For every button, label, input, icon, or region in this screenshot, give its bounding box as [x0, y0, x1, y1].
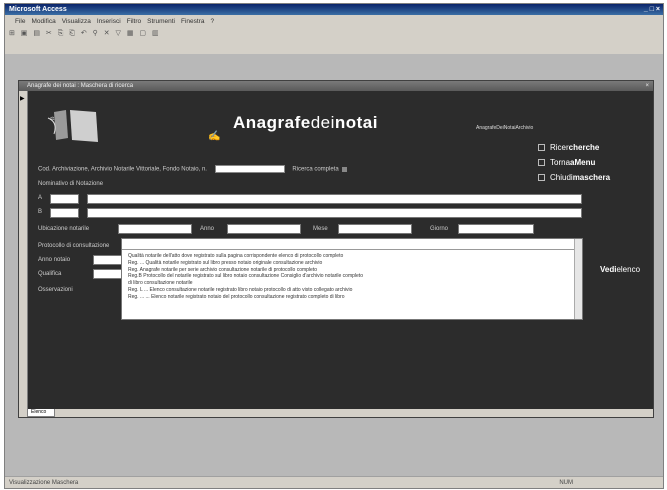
menu-item-1[interactable]: Modifica — [31, 18, 55, 25]
place-label: Ubicazione notarile — [38, 226, 90, 232]
list-item[interactable]: Reg.B Protocollo del notarile registrato… — [128, 273, 579, 280]
checkbox-icon — [538, 143, 545, 151]
list-scrollbar[interactable] — [574, 239, 582, 319]
list-item[interactable]: Reg. L ... Elenco consultazione notarile… — [128, 287, 579, 294]
giorno-input[interactable] — [458, 224, 534, 234]
form-tabbar: Elenco — [19, 409, 653, 417]
form-titlebar: Anagrafe dei notai : Maschera di ricerca… — [19, 81, 653, 91]
statusbar: Visualizzazione Maschera NUM — [5, 476, 663, 488]
row-b-label: B — [38, 209, 43, 215]
check-torna-menu[interactable]: Torna aMenu — [538, 156, 610, 168]
list-item[interactable]: Reg. ... Qualità notarile registrato sul… — [128, 260, 579, 267]
check-chiudi-maschera[interactable]: Chiudi maschera — [538, 171, 610, 183]
row-b-code-input[interactable] — [50, 208, 79, 218]
status-num: NUM — [559, 480, 573, 486]
protocol-list[interactable]: Qualità notarile dell'atto dove registra… — [121, 238, 583, 320]
tab-elenco[interactable]: Elenco — [27, 409, 55, 417]
svg-text:⚖: ⚖ — [50, 116, 55, 122]
action-checks: Ricer cherche Torna aMenu Chiudi maschera — [538, 141, 610, 186]
complete-search-checkbox[interactable] — [342, 166, 348, 172]
place-input[interactable] — [118, 224, 192, 234]
form-panel: ⚖ ✍ Anagrafedeinotai AnagrafeDeiNotaiArc… — [28, 91, 653, 409]
list-item[interactable]: Qualità notarile dell'atto dove registra… — [128, 253, 579, 260]
row-b-name-input[interactable] — [87, 208, 582, 218]
toolbar[interactable]: ⊞ ▣ ▤ ✂ ⎘ ⎗ ↶ ⚲ ✕ ▽ ▦ ▢ ▥ — [5, 28, 663, 40]
list-item[interactable]: Reg. Anagrafe notarile per serie archivi… — [128, 267, 579, 274]
menubar: File Modifica Visualizza Inserisci Filtro Str… — [5, 16, 663, 27]
list-item[interactable]: di libro consultazione notarile — [128, 280, 579, 287]
mese-input[interactable] — [338, 224, 412, 234]
qualifica-label: Qualifica — [38, 271, 62, 277]
record-pointer-icon: ▶ — [20, 96, 25, 102]
signature-icon: ✍ — [208, 131, 221, 142]
form-title: Anagrafe dei notai : Maschera di ricerca — [27, 83, 134, 89]
row-a-code-input[interactable] — [50, 194, 79, 204]
form-window: Anagrafe dei notai : Maschera di ricerca… — [18, 80, 654, 418]
giorno-label: Giorno — [430, 226, 449, 232]
checkbox-icon — [538, 173, 545, 181]
archive-code-label: Cod. Archiviazione, Archivio Notarile Vi… — [38, 166, 207, 173]
brand-subtitle: AnagrafeDeiNotaiArchivio — [476, 125, 534, 131]
mese-label: Mese — [313, 226, 328, 232]
form-close-icon[interactable]: × — [645, 81, 649, 91]
archive-logo-icon: ⚖ — [46, 108, 126, 146]
archive-code-line: Cod. Archiviazione, Archivio Notarile Vi… — [38, 165, 348, 173]
check-ricerche[interactable]: Ricer cherche — [538, 141, 610, 153]
anno-notaio-label: Anno notaio — [38, 257, 71, 263]
menu-item-2[interactable]: Visualizza — [62, 18, 91, 25]
window-controls-icon[interactable]: _ □ × — [644, 4, 660, 15]
list-item[interactable]: Reg. ... ... Elenco notarile registrato … — [128, 294, 579, 301]
brand-title: Anagrafedeinotai — [233, 113, 378, 132]
list-divider — [122, 249, 577, 250]
app-title: Microsoft Access — [9, 6, 67, 13]
menu-item-6[interactable]: Finestra — [181, 18, 204, 25]
menu-item-4[interactable]: Filtro — [127, 18, 141, 25]
record-selector[interactable]: ▶ — [19, 91, 28, 409]
status-mode: Visualizzazione Maschera — [9, 480, 79, 486]
app-titlebar: Microsoft Access _ □ × — [5, 4, 663, 15]
vedi-elenco-button[interactable]: Vedielenco — [600, 265, 640, 274]
archive-code-input[interactable] — [214, 165, 285, 173]
menu-item-3[interactable]: Inserisci — [97, 18, 121, 25]
menu-item-5[interactable]: Strumenti — [147, 18, 175, 25]
nominative-label: Nominativo di Notazione — [38, 181, 104, 187]
menu-item-0[interactable]: File — [15, 18, 25, 25]
anno-label: Anno — [200, 226, 215, 232]
row-a-name-input[interactable] — [87, 194, 582, 204]
osservazioni-label: Osservazioni — [38, 287, 73, 293]
protocol-label: Protocollo di consultazione — [38, 243, 110, 249]
row-a-label: A — [38, 195, 43, 201]
menu-item-7[interactable]: ? — [210, 18, 214, 25]
anno-input[interactable] — [227, 224, 301, 234]
complete-search-label: Ricerca completa — [292, 166, 339, 173]
checkbox-icon — [538, 158, 545, 166]
